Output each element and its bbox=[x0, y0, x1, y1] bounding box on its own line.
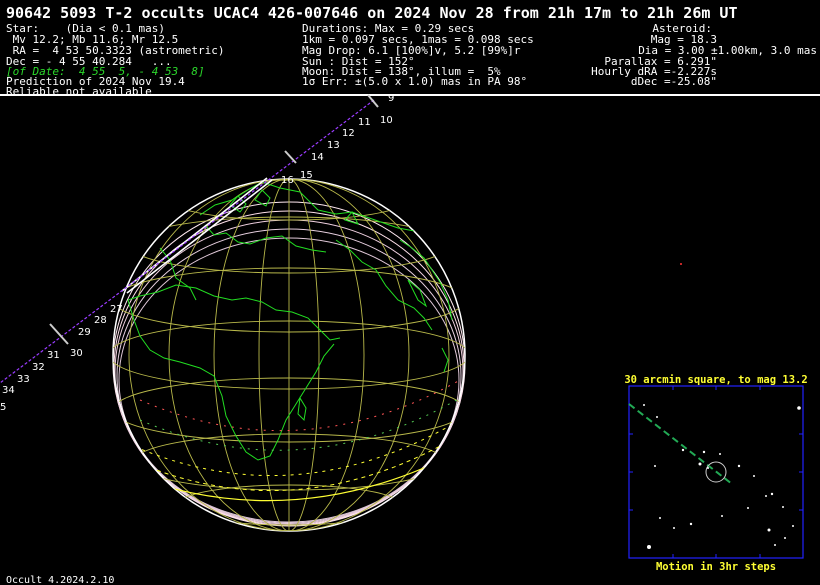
star-chart-title: 30 arcmin square, to mag 13.2 bbox=[624, 374, 807, 386]
tick-label: 30 bbox=[70, 348, 83, 359]
asteroid-motion-line bbox=[628, 403, 733, 485]
marker-dot bbox=[680, 263, 682, 265]
tick-label: 13 bbox=[327, 140, 340, 151]
tick-label: 11 bbox=[358, 117, 371, 128]
tick-label: 5 bbox=[0, 402, 6, 413]
tick-label: 28 bbox=[94, 315, 107, 326]
tick-label: 34 bbox=[2, 385, 15, 396]
tick-label: 9 bbox=[388, 93, 394, 104]
tick-label: 16 bbox=[281, 175, 294, 186]
tick-label: 31 bbox=[47, 350, 60, 361]
tick-label: 27 bbox=[110, 304, 123, 315]
central-path-on-earth bbox=[121, 177, 273, 294]
star-chart: 30 arcmin square, to mag 13.2 Motion in … bbox=[624, 374, 807, 573]
tick-label: 12 bbox=[342, 128, 355, 139]
tick-label: 10 bbox=[380, 115, 393, 126]
star-chart-footer: Motion in 3hr steps bbox=[656, 561, 776, 573]
occultation-map-window: 90642 5093 T-2 occults UCAC4 426-007646 … bbox=[0, 0, 820, 585]
tick-label: 29 bbox=[78, 327, 91, 338]
path-time-labels: 5 9 10 11 12 13 14 15 16 27 28 29 30 31 … bbox=[0, 93, 394, 413]
tick-label: 32 bbox=[32, 362, 45, 373]
tick-label: 14 bbox=[311, 152, 324, 163]
tick-label: 15 bbox=[300, 170, 313, 181]
version-label: Occult 4.2024.2.10 bbox=[6, 575, 115, 585]
field-stars bbox=[643, 404, 801, 549]
map-canvas: 5 9 10 11 12 13 14 15 16 27 28 29 30 31 … bbox=[0, 93, 820, 573]
tick-label: 33 bbox=[17, 374, 30, 385]
